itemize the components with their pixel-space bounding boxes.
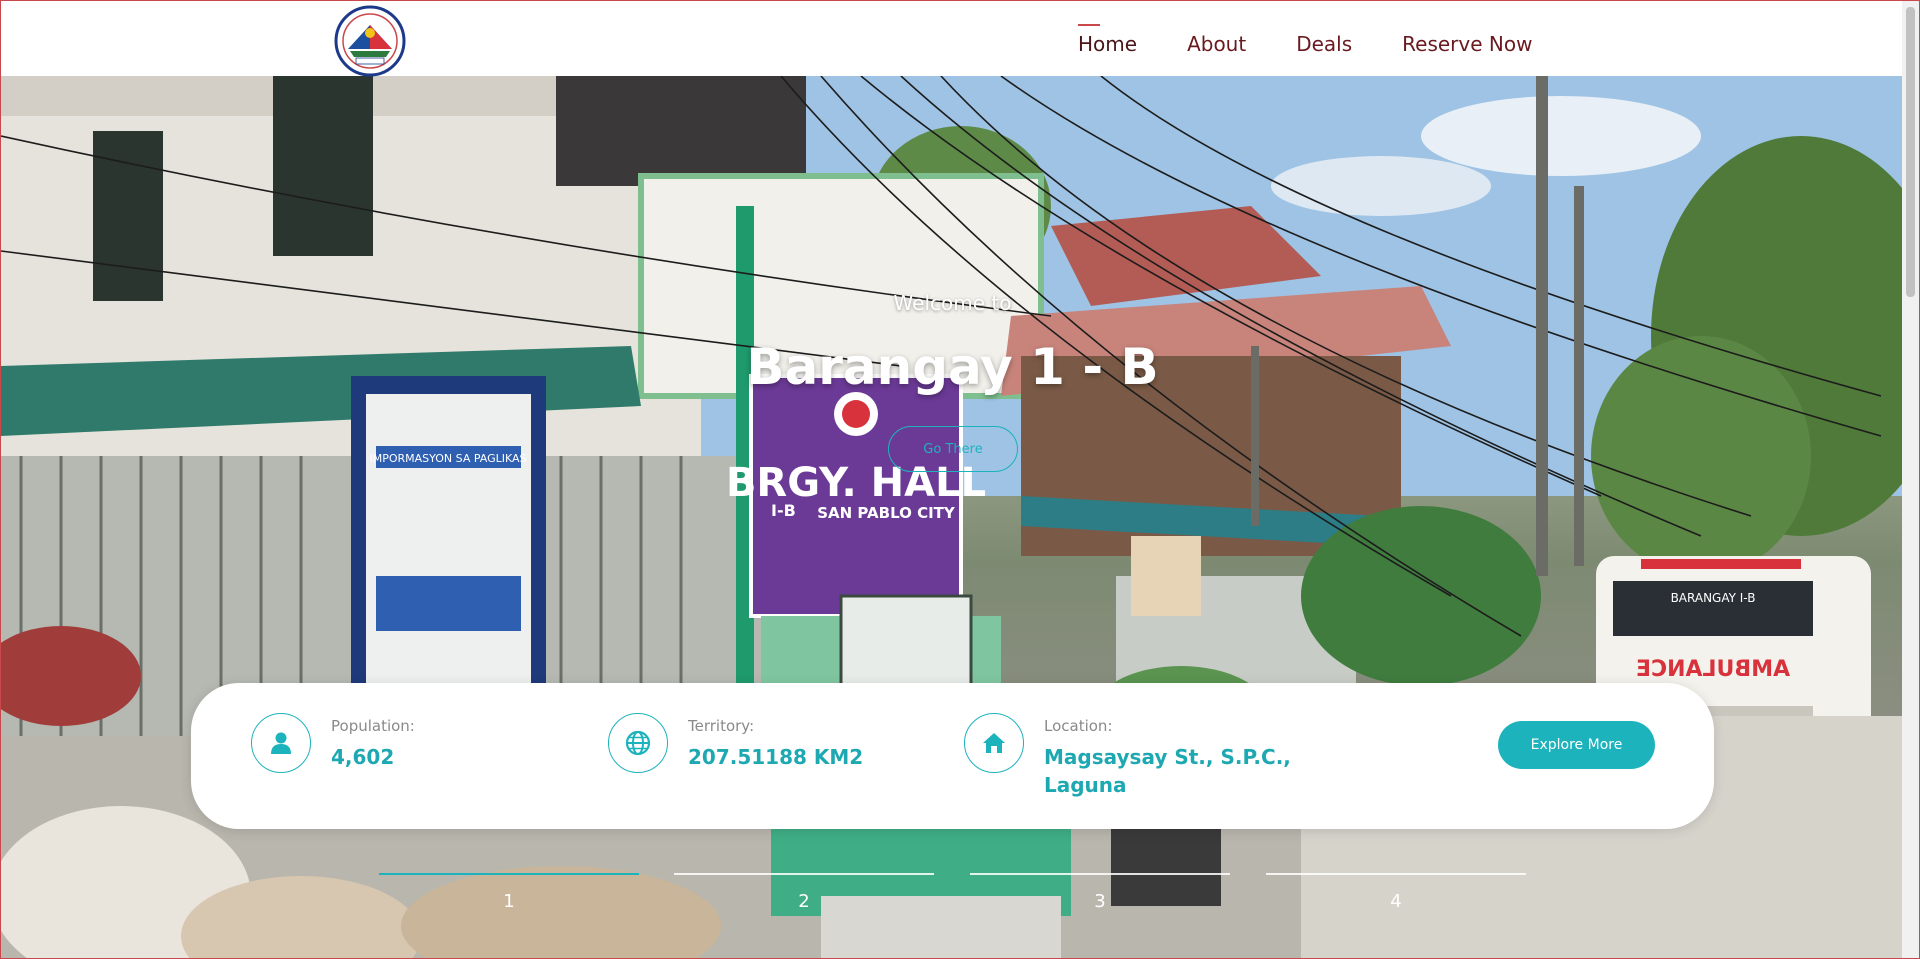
location-info: Location: Magsaysay St., S.P.C., Laguna xyxy=(964,713,1291,799)
population-label: Population: xyxy=(331,717,415,735)
browser-viewport: Home About Deals Reserve Now IMPORMASYON… xyxy=(0,0,1920,959)
nav-home[interactable]: Home xyxy=(1078,24,1137,56)
site-header: Home About Deals Reserve Now xyxy=(1,1,1904,77)
main-nav: Home About Deals Reserve Now xyxy=(1078,24,1582,59)
pager-number: 3 xyxy=(1094,891,1106,912)
hall-sign-city: SAN PABLO CITY xyxy=(817,504,956,522)
nav-about[interactable]: About xyxy=(1187,32,1246,56)
slider-pager: 1 2 3 4 xyxy=(1,873,1904,933)
pager-line xyxy=(674,873,934,875)
barangay-seal-logo[interactable] xyxy=(334,5,406,77)
location-label: Location: xyxy=(1044,717,1113,735)
pager-number: 4 xyxy=(1390,891,1402,912)
nav-reserve-now[interactable]: Reserve Now xyxy=(1402,32,1532,56)
ambulance-front-text: AMBULANCE xyxy=(1636,657,1790,682)
pager-item-2[interactable]: 2 xyxy=(674,873,934,923)
ambulance-top-text: BARANGAY I-B xyxy=(1671,591,1756,605)
territory-info: Territory: 207.51188 KM2 xyxy=(608,713,863,773)
board-title-text: IMPORMASYON SA PAGLIKAS xyxy=(369,452,526,465)
welcome-text: Welcome to xyxy=(893,291,1012,315)
hero-title: Barangay 1 - B xyxy=(746,338,1159,396)
pager-line xyxy=(970,873,1230,875)
pager-item-4[interactable]: 4 xyxy=(1266,873,1526,923)
explore-more-button[interactable]: Explore More xyxy=(1498,721,1655,769)
page-scrollbar[interactable] xyxy=(1902,1,1919,958)
pager-item-3[interactable]: 3 xyxy=(970,873,1230,923)
pager-item-1[interactable]: 1 xyxy=(379,873,639,923)
pager-line xyxy=(1266,873,1526,875)
scrollbar-thumb[interactable] xyxy=(1906,7,1915,297)
home-icon xyxy=(964,713,1024,773)
territory-label: Territory: xyxy=(688,717,755,735)
location-value: Magsaysay St., S.P.C., Laguna xyxy=(1044,743,1291,799)
territory-value: 207.51188 KM2 xyxy=(688,745,864,769)
person-icon xyxy=(251,713,311,773)
location-value-line1: Magsaysay St., S.P.C., xyxy=(1044,745,1291,769)
nav-deals[interactable]: Deals xyxy=(1296,32,1352,56)
location-value-line2: Laguna xyxy=(1044,773,1127,797)
population-value: 4,602 xyxy=(331,745,395,769)
pager-number: 1 xyxy=(503,891,515,912)
globe-icon xyxy=(608,713,668,773)
go-there-button[interactable]: Go There xyxy=(888,426,1018,472)
pager-number: 2 xyxy=(798,891,810,912)
info-card: Population: 4,602 Territory: 207.51188 K… xyxy=(191,683,1714,829)
population-info: Population: 4,602 xyxy=(251,713,415,773)
hall-sign-prefix: I-B xyxy=(771,501,796,520)
pager-line xyxy=(379,873,639,875)
